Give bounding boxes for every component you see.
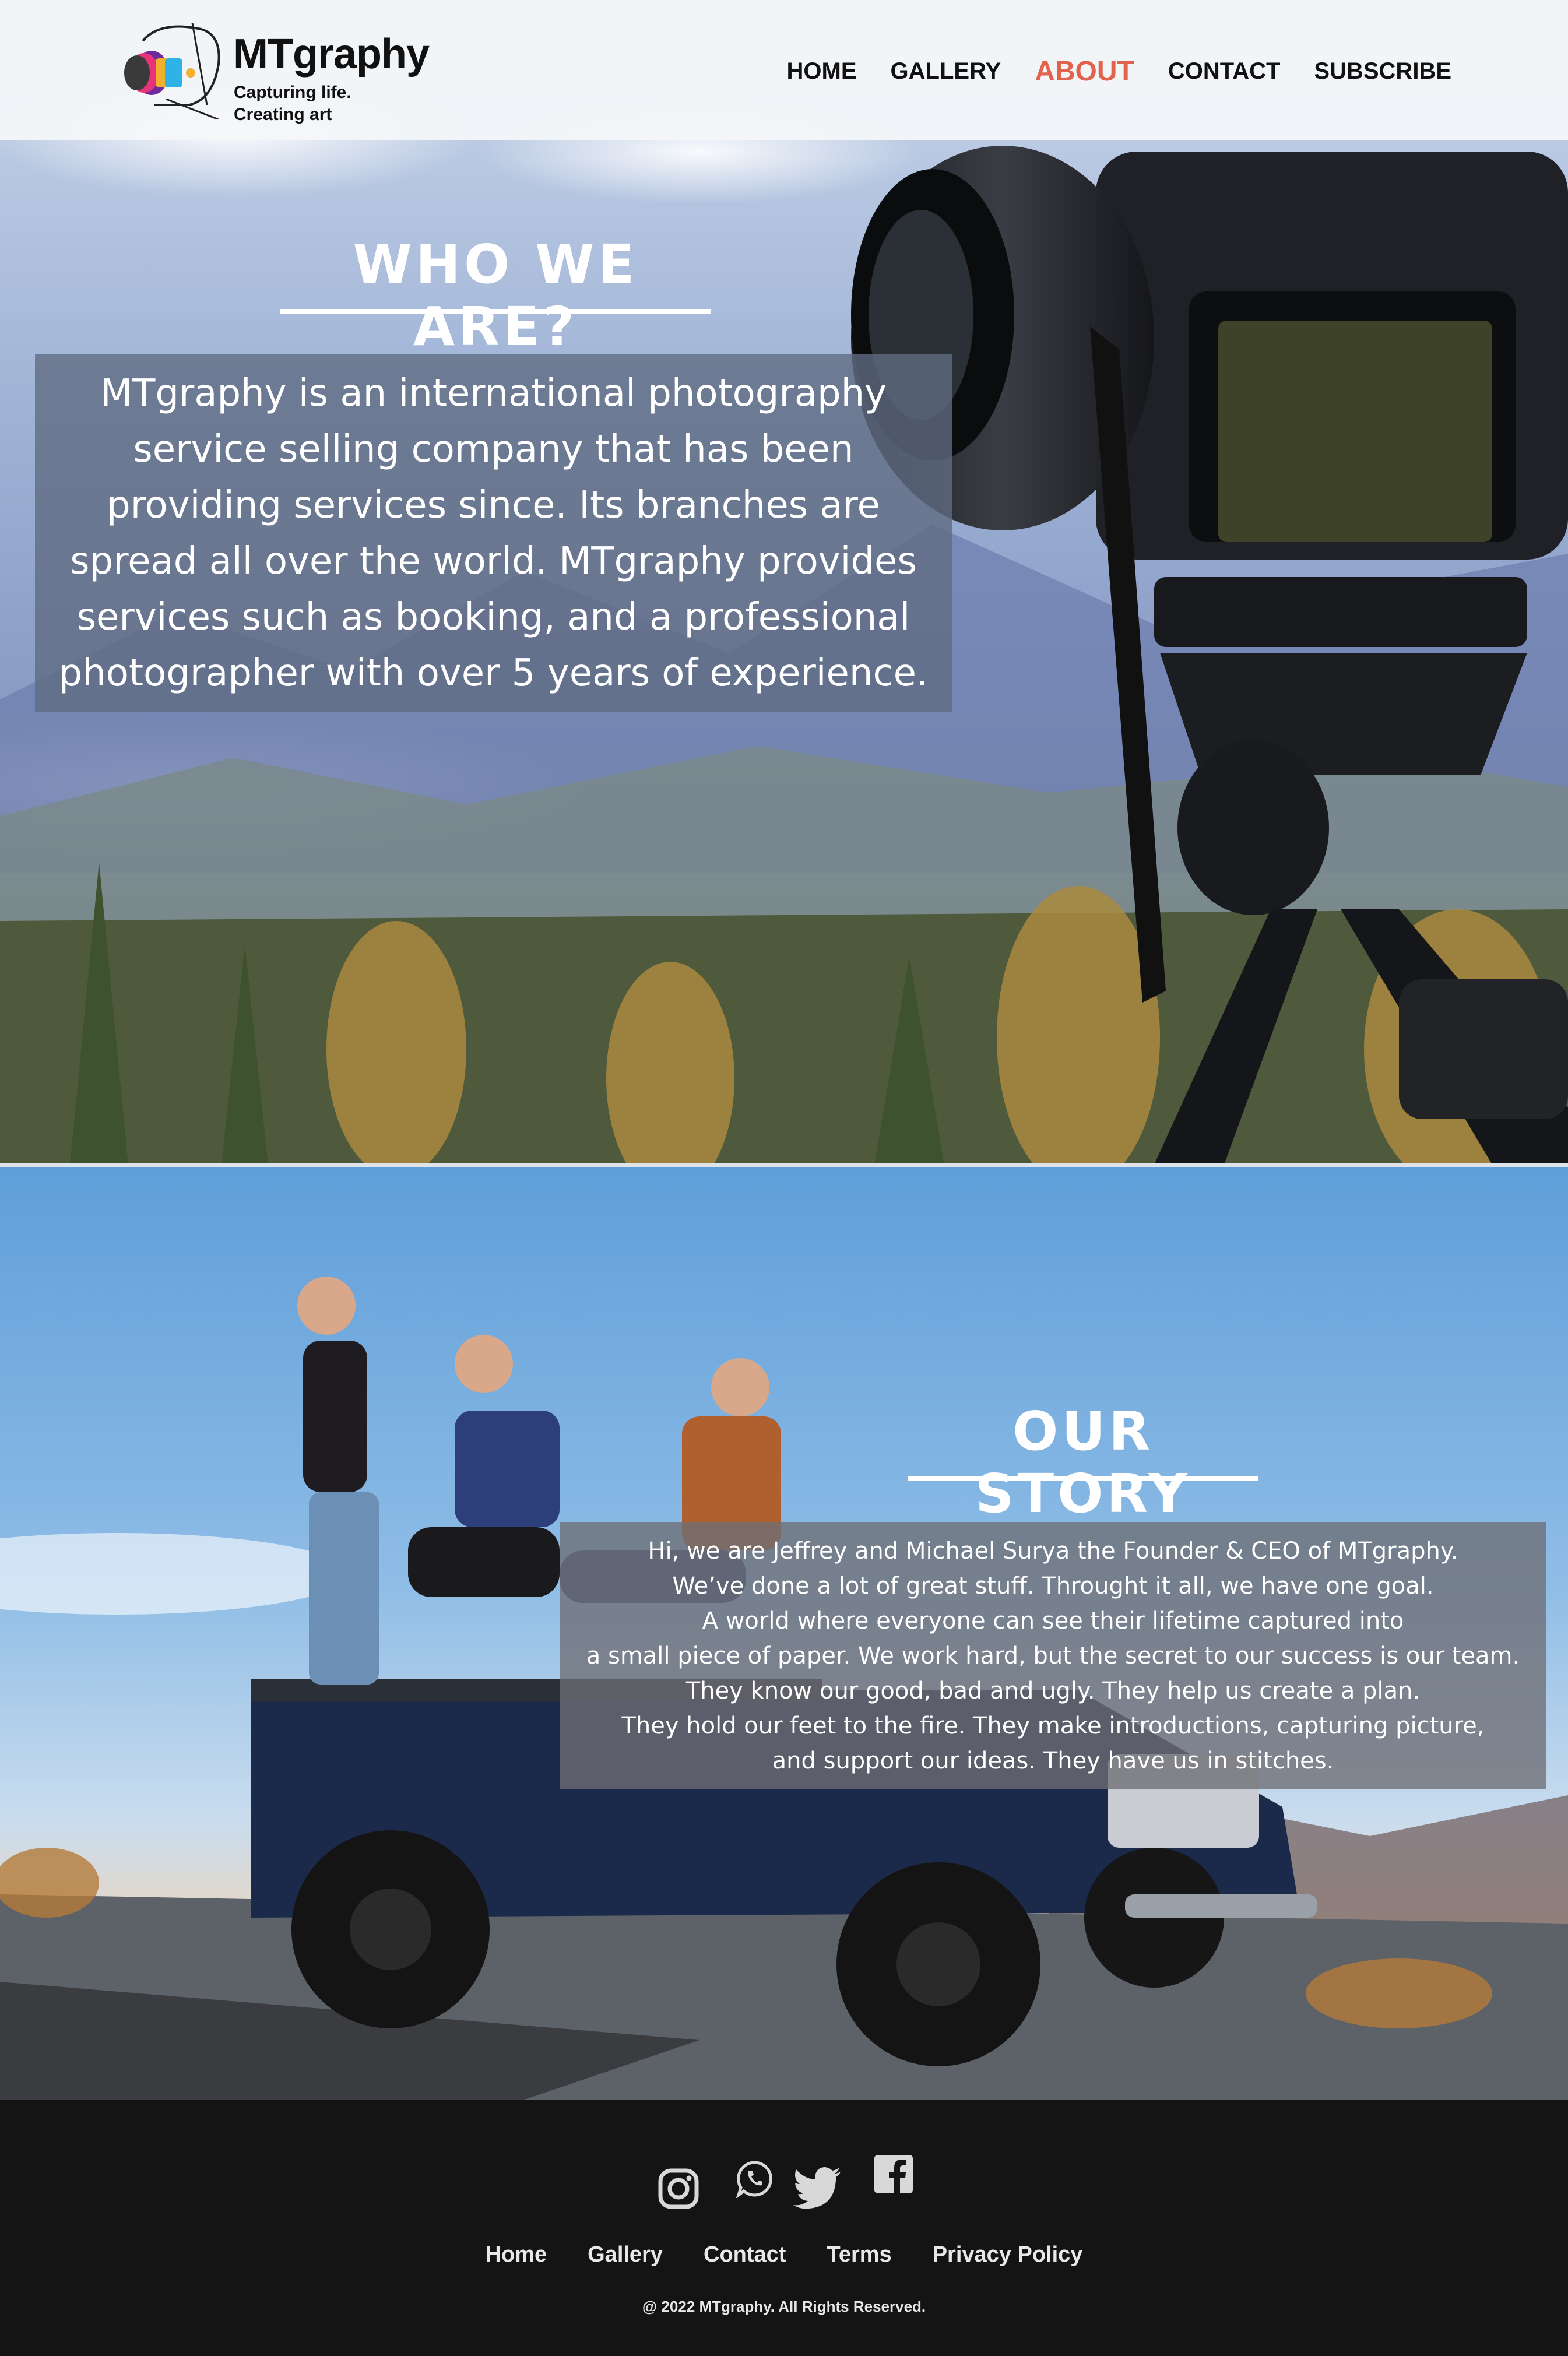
twitter-icon[interactable] <box>793 2167 842 2209</box>
story-line: Hi, we are Jeffrey and Michael Surya the… <box>648 1538 1458 1564</box>
social-links <box>0 2155 1568 2219</box>
brand-tagline-line1: Capturing life. <box>234 83 351 102</box>
site-header: MTgraphy Capturing life. Creating art HO… <box>0 0 1568 140</box>
story-line: They hold our feet to the fire. They mak… <box>621 1713 1485 1739</box>
nav-about[interactable]: ABOUT <box>1035 55 1134 87</box>
instagram-icon[interactable] <box>658 2168 699 2210</box>
brand-name: MTgraphy <box>233 31 430 78</box>
site-logo[interactable]: MTgraphy Capturing life. Creating art <box>119 17 446 124</box>
section-divider <box>0 1163 1568 1167</box>
site-footer: Home Gallery Contact Terms Privacy Polic… <box>0 2100 1568 2356</box>
story-line: and support our ideas. They have us in s… <box>772 1747 1334 1774</box>
footer-link-privacy-policy[interactable]: Privacy Policy <box>933 2242 1083 2267</box>
who-we-are-title: WHO WE ARE? <box>353 233 638 358</box>
main-nav: HOME GALLERY ABOUT CONTACT SUBSCRIBE <box>787 54 1451 89</box>
footer-link-home[interactable]: Home <box>486 2242 547 2267</box>
who-we-are-panel: MTgraphy is an international photography… <box>35 354 952 712</box>
brand-tagline-line2: Creating art <box>234 105 332 124</box>
our-story-panel: Hi, we are Jeffrey and Michael Surya the… <box>560 1522 1546 1789</box>
nav-subscribe[interactable]: SUBSCRIBE <box>1314 58 1451 85</box>
nav-contact[interactable]: CONTACT <box>1168 58 1281 85</box>
whatsapp-icon[interactable] <box>736 2160 774 2198</box>
footer-link-gallery[interactable]: Gallery <box>588 2242 663 2267</box>
our-story-text: Hi, we are Jeffrey and Michael Surya the… <box>586 1534 1520 1778</box>
nav-home[interactable]: HOME <box>787 58 857 85</box>
story-line: a small piece of paper. We work hard, bu… <box>586 1643 1520 1669</box>
our-story-underline <box>908 1476 1258 1481</box>
footer-link-terms[interactable]: Terms <box>827 2242 891 2267</box>
story-line: A world where everyone can see their lif… <box>702 1608 1404 1634</box>
camera-logo-icon <box>124 23 220 119</box>
copyright-text: @ 2022 MTgraphy. All Rights Reserved. <box>642 2298 926 2315</box>
facebook-icon[interactable] <box>874 2155 913 2193</box>
footer-link-contact[interactable]: Contact <box>704 2242 786 2267</box>
our-story-title: OUR STORY <box>975 1400 1191 1525</box>
who-we-are-underline <box>280 309 711 314</box>
footer-links: Home Gallery Contact Terms Privacy Polic… <box>0 2242 1568 2267</box>
who-we-are-section: WHO WE ARE? MTgraphy is an international… <box>0 0 1568 1165</box>
story-line: We’ve done a lot of great stuff. Through… <box>672 1573 1434 1599</box>
story-line: They know our good, bad and ugly. They h… <box>685 1678 1421 1704</box>
our-story-section: OUR STORY Hi, we are Jeffrey and Michael… <box>0 1166 1568 2100</box>
who-we-are-text: MTgraphy is an international photography… <box>58 372 929 695</box>
nav-gallery[interactable]: GALLERY <box>891 58 1001 85</box>
